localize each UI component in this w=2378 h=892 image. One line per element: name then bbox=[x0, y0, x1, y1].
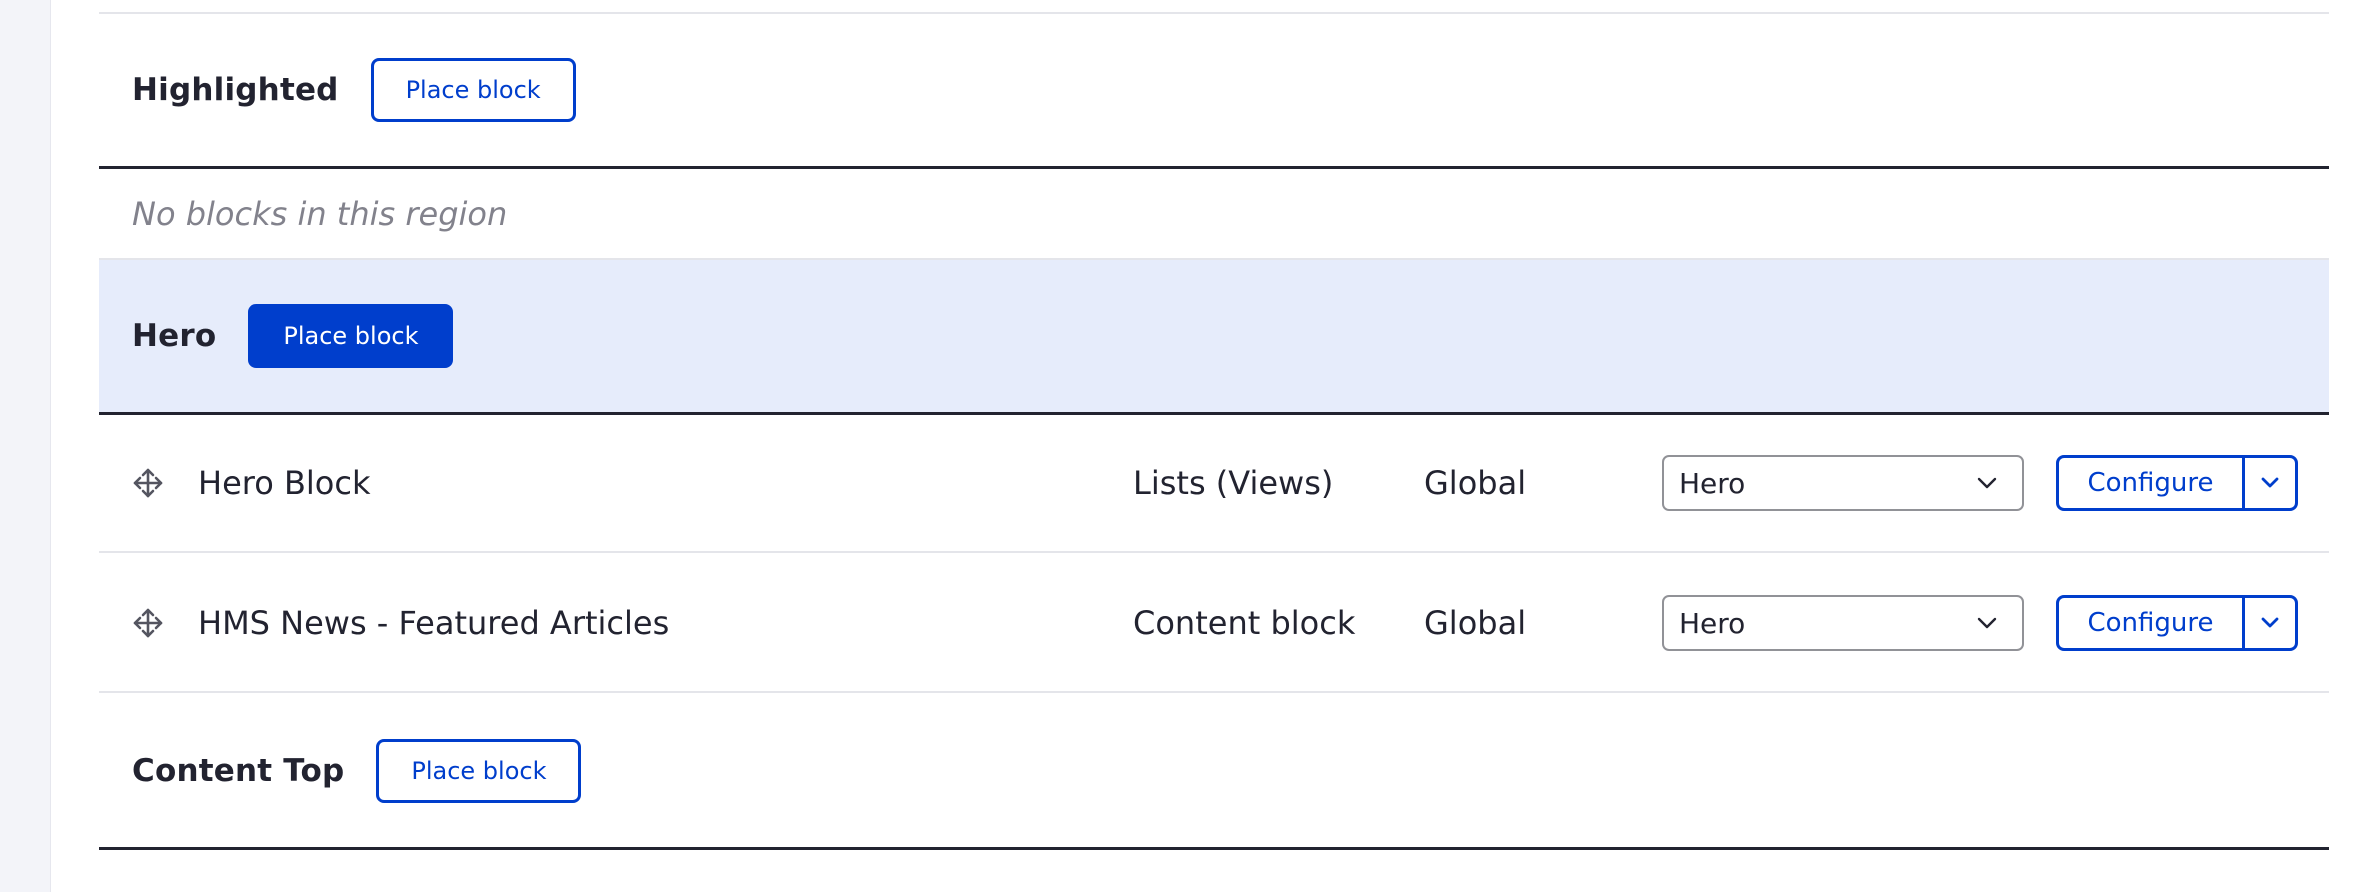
configure-button[interactable]: Configure bbox=[2059, 458, 2245, 508]
empty-region-message: No blocks in this region bbox=[99, 169, 2329, 260]
region-select[interactable]: Hero bbox=[1662, 455, 2024, 511]
place-block-button-highlighted[interactable]: Place block bbox=[370, 58, 576, 122]
operations-toggle-button[interactable] bbox=[2245, 598, 2295, 648]
chevron-down-icon bbox=[1977, 477, 1997, 489]
table-row: HMS News - Featured Articles Content blo… bbox=[99, 555, 2329, 693]
block-name: HMS News - Featured Articles bbox=[198, 604, 670, 642]
region-title: Hero bbox=[132, 318, 217, 354]
region-select-value: Hero bbox=[1679, 606, 1746, 640]
block-context: Global bbox=[1424, 604, 1527, 642]
region-select[interactable]: Hero bbox=[1662, 595, 2024, 651]
configure-dropbutton: Configure bbox=[2056, 595, 2298, 651]
block-layout-panel: Highlighted Place block No blocks in thi… bbox=[50, 0, 2378, 892]
operations-toggle-button[interactable] bbox=[2245, 458, 2295, 508]
block-category: Lists (Views) bbox=[1133, 464, 1334, 502]
configure-button[interactable]: Configure bbox=[2059, 598, 2245, 648]
block-name: Hero Block bbox=[198, 464, 371, 502]
block-category: Content block bbox=[1133, 604, 1356, 642]
region-header-hero: Hero Place block bbox=[99, 260, 2329, 415]
chevron-down-icon bbox=[2261, 477, 2279, 488]
place-block-button-content-top[interactable]: Place block bbox=[376, 739, 582, 803]
place-block-button-hero[interactable]: Place block bbox=[248, 304, 454, 368]
move-arrows-icon[interactable] bbox=[132, 467, 164, 499]
region-title: Highlighted bbox=[132, 72, 339, 108]
region-header-content-top: Content Top Place block bbox=[99, 695, 2329, 850]
region-title: Content Top bbox=[132, 753, 345, 789]
chevron-down-icon bbox=[1977, 617, 1997, 629]
block-context: Global bbox=[1424, 464, 1527, 502]
move-arrows-icon[interactable] bbox=[132, 607, 164, 639]
chevron-down-icon bbox=[2261, 617, 2279, 628]
table-row: Hero Block Lists (Views) Global Hero Con… bbox=[99, 415, 2329, 553]
configure-dropbutton: Configure bbox=[2056, 455, 2298, 511]
region-header-highlighted: Highlighted Place block bbox=[99, 14, 2329, 169]
region-select-value: Hero bbox=[1679, 466, 1746, 500]
